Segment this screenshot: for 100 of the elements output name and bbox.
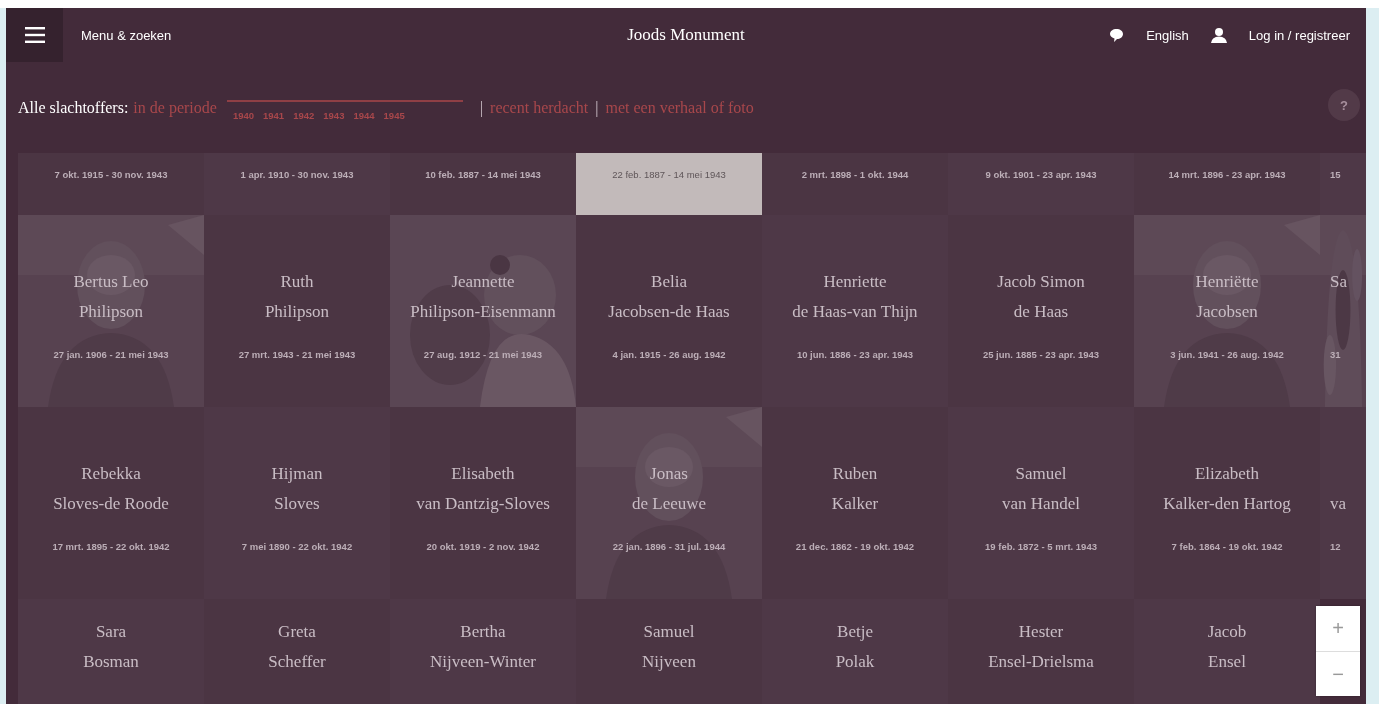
first-name: Jonas — [650, 463, 688, 485]
life-dates: 4 jan. 1915 - 26 aug. 1942 — [612, 349, 726, 360]
first-name: Jeannette — [451, 271, 515, 293]
life-dates: 14 mrt. 1896 - 23 apr. 1943 — [1168, 169, 1286, 180]
victim-tile[interactable]: Jacob Simon de Haas 25 jun. 1885 - 23 apr. 1943 — [948, 215, 1134, 407]
victim-tile[interactable]: 2 mrt. 1898 - 1 okt. 1944 — [762, 153, 948, 215]
victim-tile[interactable]: Jonas de Leeuwe 22 jan. 1896 - 31 jul. 1944 — [576, 407, 762, 599]
first-name: Hijman — [271, 463, 323, 485]
life-dates: 10 feb. 1887 - 14 mei 1943 — [425, 169, 541, 180]
last-name: Ensel-Drielsma — [988, 651, 1094, 673]
separator: | — [595, 98, 599, 117]
timeline-slider[interactable] — [226, 99, 463, 102]
last-name: Polak — [835, 651, 875, 673]
victim-tile[interactable]: Jacob Ensel — [1134, 599, 1320, 704]
first-name: Sara — [95, 621, 127, 643]
victim-tile[interactable]: Ruben Kalker 21 dec. 1862 - 19 okt. 1942 — [762, 407, 948, 599]
first-name: Ruben — [832, 463, 878, 485]
last-name: Philipson — [78, 301, 144, 323]
life-dates: 17 mrt. 1895 - 22 okt. 1942 — [52, 541, 170, 552]
first-name: Bertha — [460, 621, 506, 643]
life-dates: 27 mrt. 1943 - 21 mei 1943 — [238, 349, 356, 360]
first-name: Samuel — [1015, 463, 1067, 485]
life-dates: 27 jan. 1906 - 21 mei 1943 — [53, 349, 169, 360]
victim-tile[interactable]: Henriette de Haas-van Thijn 10 jun. 1886 - 23 apr. 1943 — [762, 215, 948, 407]
victim-tile[interactable]: Samuel Nijveen — [576, 599, 762, 704]
filter-label: Alle slachtoffers: — [18, 98, 129, 117]
life-dates: 27 aug. 1912 - 21 mei 1943 — [423, 349, 543, 360]
first-name: Betje — [837, 621, 873, 643]
first-name: Belia — [651, 271, 687, 293]
last-name: Kalker — [831, 493, 879, 515]
life-dates: 22 feb. 1887 - 14 mei 1943 — [612, 169, 726, 180]
menu-icon — [24, 27, 45, 43]
last-name: Scheffer — [268, 651, 326, 673]
victim-tile[interactable]: 14 mrt. 1896 - 23 apr. 1943 — [1134, 153, 1320, 215]
speech-bubble-icon — [1109, 27, 1125, 43]
last-name: de Haas — [1013, 301, 1069, 323]
last-name: van Dantzig-Sloves — [416, 493, 550, 515]
victim-tile[interactable]: Elisabeth van Dantzig-Sloves 20 okt. 1919 - 2 nov. 1942 — [390, 407, 576, 599]
life-dates: 15 — [1330, 169, 1341, 180]
victim-tile[interactable]: 15 — [1320, 153, 1366, 215]
life-dates: 12 — [1330, 541, 1341, 552]
first-name: Samuel — [643, 621, 695, 643]
first-name: Elisabeth — [451, 463, 515, 485]
victim-tile[interactable]: 9 okt. 1901 - 23 apr. 1943 — [948, 153, 1134, 215]
zoom-out-button[interactable]: − — [1316, 651, 1360, 696]
life-dates: 25 jun. 1885 - 23 apr. 1943 — [982, 349, 1100, 360]
last-name: Bosman — [83, 651, 139, 673]
last-name: va — [1330, 493, 1347, 515]
life-dates: 20 okt. 1919 - 2 nov. 1942 — [426, 541, 540, 552]
victim-tile[interactable]: Hijman Sloves 7 mei 1890 - 22 okt. 1942 — [204, 407, 390, 599]
victim-tile[interactable]: 1 apr. 1910 - 30 nov. 1943 — [204, 153, 390, 215]
life-dates: 21 dec. 1862 - 19 okt. 1942 — [795, 541, 915, 552]
last-name: de Haas-van Thijn — [792, 301, 918, 323]
help-button[interactable]: ? — [1328, 89, 1360, 121]
victim-tile[interactable]: 7 okt. 1915 - 30 nov. 1943 — [18, 153, 204, 215]
life-dates: 7 feb. 1864 - 19 okt. 1942 — [1171, 541, 1283, 552]
last-name: van Handel — [1002, 493, 1080, 515]
first-name: Bertus Leo — [73, 271, 149, 293]
first-name: Elizabeth — [1194, 463, 1260, 485]
last-name: Nijveen-Winter — [430, 651, 536, 673]
last-name: Kalker-den Hartog — [1163, 493, 1291, 515]
first-name: Jacob — [1207, 621, 1247, 643]
victim-tile[interactable]: Rebekka Sloves-de Roode 17 mrt. 1895 - 22 okt. 1942 — [18, 407, 204, 599]
user-icon — [1210, 27, 1227, 43]
first-name: Greta — [278, 621, 316, 643]
victim-tile[interactable]: Belia Jacobsen-de Haas 4 jan. 1915 - 26 aug. 1942 — [576, 215, 762, 407]
last-name: Nijveen — [642, 651, 696, 673]
last-name: de Leeuwe — [631, 493, 707, 515]
victim-tile[interactable]: Elizabeth Kalker-den Hartog 7 feb. 1864 - 19 okt. 1942 — [1134, 407, 1320, 599]
victim-tile[interactable]: Bertus Leo Philipson 27 jan. 1906 - 21 mei 1943 — [18, 215, 204, 407]
site-title: Joods Monument — [627, 25, 745, 45]
victim-tile[interactable]: Sara Bosman — [18, 599, 204, 704]
separator: | — [479, 98, 484, 117]
victim-tile[interactable]: Betje Polak — [762, 599, 948, 704]
victim-tile[interactable]: 22 feb. 1887 - 14 mei 1943 — [576, 153, 762, 215]
last-name: Jacobsen-de Haas — [608, 301, 730, 323]
menu-button[interactable] — [6, 8, 63, 62]
life-dates: 31 — [1330, 349, 1341, 360]
victim-tile[interactable]: Ruth Philipson 27 mrt. 1943 - 21 mei 1943 — [204, 215, 390, 407]
victim-tile[interactable]: Hester Ensel-Drielsma — [948, 599, 1134, 704]
first-name: Rebekka — [81, 463, 141, 485]
last-name: Ensel — [1208, 651, 1246, 673]
life-dates: 7 okt. 1915 - 30 nov. 1943 — [54, 169, 168, 180]
life-dates: 2 mrt. 1898 - 1 okt. 1944 — [801, 169, 909, 180]
victim-tile[interactable]: 10 feb. 1887 - 14 mei 1943 — [390, 153, 576, 215]
life-dates: 9 okt. 1901 - 23 apr. 1943 — [985, 169, 1097, 180]
zoom-in-button[interactable]: + — [1316, 606, 1360, 651]
victim-tile[interactable]: Greta Scheffer — [204, 599, 390, 704]
victim-tile[interactable]: Bertha Nijveen-Winter — [390, 599, 576, 704]
victim-tile[interactable]: Samuel van Handel 19 feb. 1872 - 5 mrt. 1943 — [948, 407, 1134, 599]
last-name: Sloves-de Roode — [53, 493, 169, 515]
language-link[interactable]: English — [1146, 27, 1189, 43]
first-name: Sa — [1330, 271, 1347, 293]
first-name: Jacob Simon — [997, 271, 1085, 293]
last-name: Philipson — [264, 301, 330, 323]
login-link[interactable]: Log in / registreer — [1248, 27, 1350, 43]
victim-tile[interactable]: va 12 — [1320, 407, 1366, 599]
menu-link[interactable]: Menu & zoeken — [81, 27, 172, 43]
last-name: Sloves — [274, 493, 320, 515]
victim-tile[interactable]: Sa 31 — [1320, 215, 1366, 407]
